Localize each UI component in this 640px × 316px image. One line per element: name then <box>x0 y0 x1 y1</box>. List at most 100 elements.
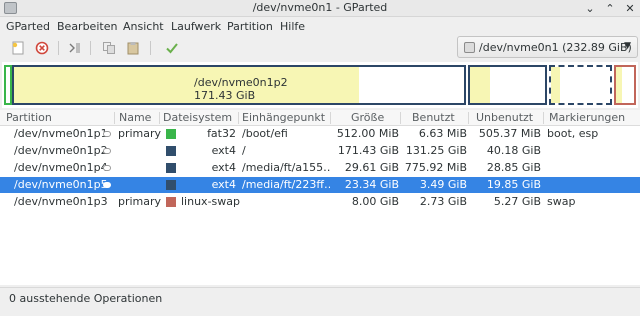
key-icon <box>103 131 111 137</box>
device-selector-label: /dev/nvme0n1 (232.89 GiB) <box>479 41 632 54</box>
filesystem-cell: ext4 <box>211 178 236 191</box>
apply-icon[interactable] <box>163 39 181 57</box>
partition-block-p5[interactable] <box>549 65 612 105</box>
paste-icon[interactable] <box>124 39 142 57</box>
used-space-bar <box>14 67 359 103</box>
size-cell: 171.43 GiB <box>337 144 399 157</box>
filesystem-cell: ext4 <box>211 144 236 157</box>
partition-block-p3[interactable] <box>614 65 636 105</box>
partition-table: Partition Name Dateisystem Einhängepunkt… <box>0 110 640 285</box>
unused-cell: 40.18 GiB <box>486 144 541 157</box>
partition-block-p4[interactable] <box>468 65 547 105</box>
used-cell: 6.63 MiB <box>418 127 467 140</box>
table-row[interactable]: /dev/nvme0n1p1 primary fat32/boot/efi 512.0… <box>0 126 640 142</box>
header-mountpoint[interactable]: Einhängepunkt <box>242 111 325 124</box>
unused-cell: 28.85 GiB <box>486 161 541 174</box>
size-cell: 8.00 GiB <box>351 195 399 208</box>
filesystem-color-swatch <box>166 180 176 190</box>
unused-cell: 505.37 MiB <box>478 127 541 140</box>
used-cell: 775.92 MiB <box>404 161 467 174</box>
mountpoint-cell: /boot/efi <box>242 127 288 140</box>
toolbar: /dev/nvme0n1 (232.89 GiB) ▼ <box>0 36 640 60</box>
minimize-button[interactable]: ⌄ <box>582 1 598 16</box>
flags-cell: swap <box>547 195 576 208</box>
partition-cell: /dev/nvme0n1p3 <box>14 195 108 208</box>
column-separator <box>400 112 401 124</box>
partition-cell: /dev/nvme0n1p2 <box>14 144 108 157</box>
filesystem-cell: fat32 <box>207 127 236 140</box>
partition-cell: /dev/nvme0n1p1 <box>14 127 108 140</box>
filesystem-color-swatch <box>166 129 176 139</box>
maximize-button[interactable]: ⌃ <box>602 1 618 16</box>
harddisk-icon <box>464 42 475 53</box>
filesystem-color-swatch <box>166 163 176 173</box>
name-cell: primary <box>118 195 162 208</box>
toolbar-separator <box>150 41 151 55</box>
filesystem-color-swatch <box>166 146 176 156</box>
mountpoint-cell: /media/ft/a155… <box>242 161 330 174</box>
table-row[interactable]: /dev/nvme0n1p4 ext4/media/ft/a155… 29.61 G… <box>0 160 640 176</box>
disk-map: /dev/nvme0n1p2 171.43 GiB <box>2 62 638 108</box>
size-cell: 29.61 GiB <box>344 161 399 174</box>
header-name[interactable]: Name <box>119 111 151 124</box>
resize-move-icon[interactable] <box>66 39 84 57</box>
partition-cell: /dev/nvme0n1p5 <box>14 178 108 191</box>
filesystem-cell: ext4 <box>211 161 236 174</box>
title-bar: /dev/nvme0n1 - GParted ⌄ ⌃ ✕ <box>0 0 640 17</box>
column-separator <box>543 112 544 124</box>
column-separator <box>159 112 160 124</box>
menu-hilfe[interactable]: Hilfe <box>280 20 305 33</box>
header-unused[interactable]: Unbenutzt <box>476 111 533 124</box>
new-partition-icon[interactable] <box>9 39 27 57</box>
header-filesystem[interactable]: Dateisystem <box>163 111 232 124</box>
menu-gparted[interactable]: GParted <box>6 20 50 33</box>
partition-block-name: /dev/nvme0n1p2 <box>194 76 288 89</box>
partition-block-p2[interactable]: /dev/nvme0n1p2 171.43 GiB <box>12 65 466 105</box>
table-row[interactable]: /dev/nvme0n1p5 ext4/media/ft/223ff… 23.34 … <box>0 177 640 193</box>
partition-block-p1[interactable] <box>4 65 12 105</box>
used-cell: 3.49 GiB <box>419 178 467 191</box>
column-separator <box>330 112 331 124</box>
partition-cell: /dev/nvme0n1p4 <box>14 161 108 174</box>
header-size[interactable]: Größe <box>351 111 384 124</box>
size-cell: 512.00 MiB <box>336 127 399 140</box>
table-row[interactable]: /dev/nvme0n1p3 primary linux-swap 8.00 GiB 2… <box>0 194 640 210</box>
chevron-down-icon: ▼ <box>624 41 631 51</box>
key-icon <box>103 165 111 171</box>
key-icon <box>103 148 111 154</box>
mountpoint-cell: /media/ft/223ff… <box>242 178 330 191</box>
used-space-bar <box>551 67 560 103</box>
table-header: Partition Name Dateisystem Einhängepunkt… <box>0 110 640 126</box>
flags-cell: boot, esp <box>547 127 599 140</box>
used-space-bar <box>616 67 623 103</box>
toolbar-separator <box>90 41 91 55</box>
menu-ansicht[interactable]: Ansicht <box>123 20 164 33</box>
header-partition[interactable]: Partition <box>6 111 52 124</box>
pending-operations-label: 0 ausstehende Operationen <box>9 292 163 305</box>
key-icon <box>103 182 111 188</box>
column-separator <box>114 112 115 124</box>
menu-partition[interactable]: Partition <box>227 20 273 33</box>
filesystem-color-swatch <box>166 197 176 207</box>
used-space-bar <box>470 67 490 103</box>
delete-icon[interactable] <box>33 39 51 57</box>
unused-cell: 19.85 GiB <box>486 178 541 191</box>
menu-bearbeiten[interactable]: Bearbeiten <box>57 20 117 33</box>
used-cell: 2.73 GiB <box>419 195 467 208</box>
header-used[interactable]: Benutzt <box>412 111 455 124</box>
filesystem-cell: linux-swap <box>181 195 240 208</box>
status-bar: 0 ausstehende Operationen <box>0 287 640 309</box>
copy-icon[interactable] <box>100 39 118 57</box>
column-separator <box>238 112 239 124</box>
partition-block-label: /dev/nvme0n1p2 171.43 GiB <box>194 76 288 102</box>
close-button[interactable]: ✕ <box>622 1 638 16</box>
menu-bar: GParted Bearbeiten Ansicht Laufwerk Part… <box>0 17 640 36</box>
name-cell: primary <box>118 127 162 140</box>
toolbar-separator <box>58 41 59 55</box>
table-row[interactable]: /dev/nvme0n1p2 ext4 / 171.43 GiB 131.25 GiB 4… <box>0 143 640 159</box>
header-flags[interactable]: Markierungen <box>549 111 625 124</box>
device-selector[interactable]: /dev/nvme0n1 (232.89 GiB) ▼ <box>457 36 638 58</box>
window-title: /dev/nvme0n1 - GParted <box>252 1 388 14</box>
menu-laufwerk[interactable]: Laufwerk <box>171 20 221 33</box>
mountpoint-cell: / <box>242 144 246 157</box>
